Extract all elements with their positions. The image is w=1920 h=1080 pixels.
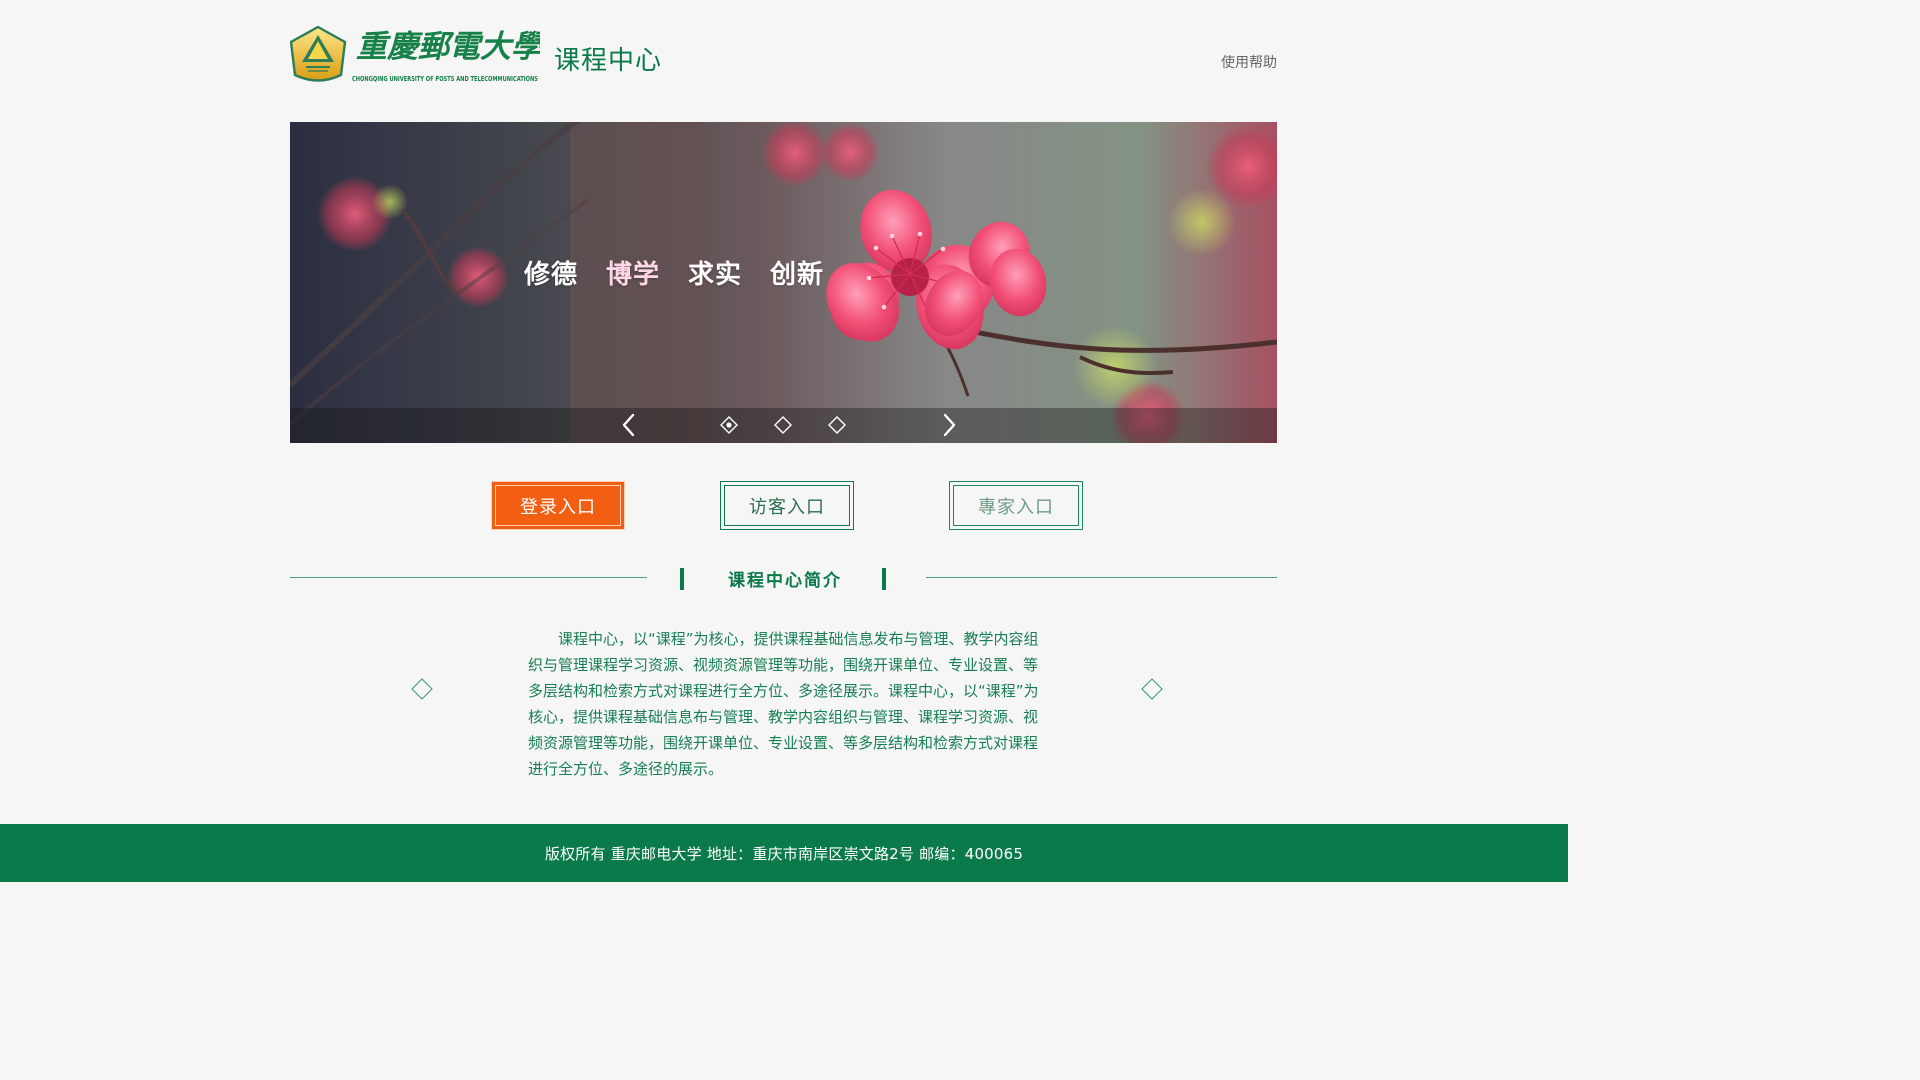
section-divider-right: [926, 577, 1277, 578]
course-center-intro: 课程中心，以“课程”为核心，提供课程基础信息发布与管理、教学内容组织与管理课程学…: [528, 630, 1039, 778]
motto-xiude: 修德: [524, 260, 579, 290]
decorative-diamond-left-icon: [411, 678, 433, 700]
university-logo: 重慶郵電大學 CHONGQING UNIVERSITY OF POSTS AND…: [290, 25, 540, 83]
expert-entry-button[interactable]: 專家入口: [949, 481, 1083, 530]
footer-copyright: 版权所有 重庆邮电大学 地址：重庆市南岸区崇文路2号 邮编：400065: [544, 844, 1024, 863]
site-footer: 版权所有 重庆邮电大学 地址：重庆市南岸区崇文路2号 邮编：400065: [0, 824, 1568, 882]
chevron-left-icon[interactable]: [616, 410, 642, 440]
motto-chuangxin: 创新: [770, 260, 825, 290]
motto-qiushi: 求实: [688, 260, 743, 290]
carousel-dot-2[interactable]: [774, 416, 792, 434]
decorative-diamond-right-icon: [1141, 678, 1163, 700]
logo-chinese-text: 重慶郵電大學: [356, 29, 540, 65]
section-title: 课程中心简介: [728, 571, 842, 591]
login-entry-button[interactable]: 登录入口: [491, 481, 625, 530]
help-link[interactable]: 使用帮助: [1221, 52, 1277, 72]
carousel-dot-1[interactable]: [720, 416, 738, 434]
carousel-dot-3[interactable]: [828, 416, 846, 434]
visitor-entry-button[interactable]: 访客入口: [720, 481, 854, 530]
logo-english-text: CHONGQING UNIVERSITY OF POSTS AND TELECO…: [352, 75, 538, 83]
carousel-controls: [290, 408, 1277, 443]
hero-banner: 修德 博学 求实 创新: [290, 122, 1277, 443]
banner-motto: 修德 博学 求实 创新: [524, 254, 824, 291]
page: 重慶郵電大學 CHONGQING UNIVERSITY OF POSTS AND…: [0, 0, 1568, 882]
chevron-right-icon[interactable]: [936, 410, 962, 440]
page-title: 课程中心: [554, 46, 663, 76]
section-marker-left: [680, 568, 684, 590]
section-marker-right: [882, 568, 886, 590]
motto-boxue: 博学: [606, 260, 661, 290]
section-divider-left: [290, 577, 647, 578]
site-header: 重慶郵電大學 CHONGQING UNIVERSITY OF POSTS AND…: [290, 24, 1277, 88]
